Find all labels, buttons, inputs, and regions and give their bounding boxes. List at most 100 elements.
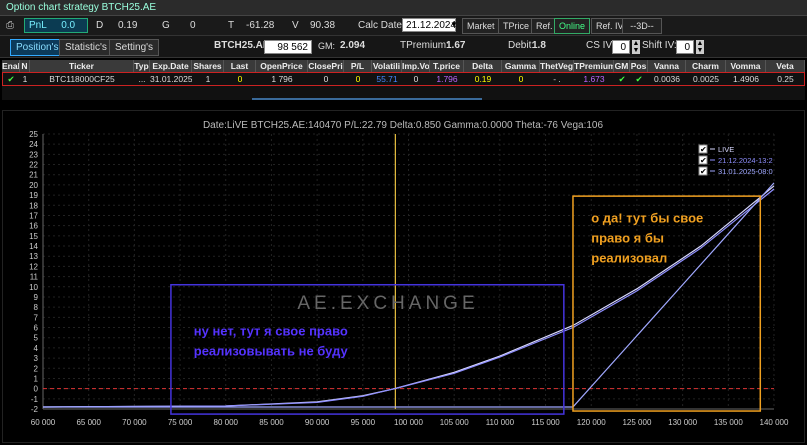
delta-label: D: [96, 20, 104, 31]
legend-label: 21.12.2024-13:2: [718, 156, 773, 165]
x-tick-label: 110 000: [486, 418, 515, 427]
delta-value: 0.19: [118, 20, 138, 31]
shift-iv-spinner[interactable]: ▲ ▼: [696, 40, 704, 54]
y-tick-label: 16: [29, 222, 38, 231]
y-tick-label: 17: [29, 211, 38, 220]
3d-button[interactable]: --3D--: [622, 18, 662, 34]
col-header[interactable]: ClosePri: [308, 60, 344, 72]
col-header[interactable]: Shares: [192, 60, 224, 72]
print-icon[interactable]: ⎙: [6, 19, 14, 33]
col-header[interactable]: Veta: [766, 60, 805, 72]
y-tick-label: 15: [29, 232, 38, 241]
y-tick-label: 11: [30, 273, 39, 282]
cell-exp: 31.01.2025: [150, 74, 192, 84]
annotation-box-right: [572, 195, 762, 412]
cell-open: 1 796: [271, 74, 293, 84]
shift-iv-label: Shift IV:: [642, 40, 677, 51]
chevron-down-icon[interactable]: ▼: [450, 18, 458, 32]
y-tick-label: 14: [29, 242, 38, 251]
check-icon[interactable]: ✔: [2, 73, 20, 85]
x-tick-label: 65 000: [76, 418, 101, 427]
vega-value: 90.38: [310, 20, 336, 31]
x-tick-label: 105 000: [440, 418, 469, 427]
col-header[interactable]: Vanna: [648, 60, 686, 72]
chart-svg: Date:LiVE BTCH25.AE:140470 P/L:22.79 Del…: [29, 120, 789, 427]
col-header[interactable]: Vomma: [726, 60, 766, 72]
pnl-label: PnL: [29, 20, 47, 31]
check-icon: ✔: [700, 156, 707, 165]
col-header[interactable]: Typ: [134, 60, 150, 72]
col-header[interactable]: T.price: [430, 60, 464, 72]
cell-n: 1: [22, 74, 28, 84]
calc-date-label: Calc Date:: [358, 20, 405, 31]
check-icon[interactable]: ✔: [630, 73, 648, 85]
cell-pl: 0: [355, 74, 361, 84]
col-header[interactable]: OpenPrice: [256, 60, 308, 72]
x-tick-label: 90 000: [305, 418, 330, 427]
cell-shares: 1: [205, 74, 211, 84]
cell-gamma: 0: [518, 74, 524, 84]
col-header[interactable]: Ticker: [30, 60, 134, 72]
col-header[interactable]: Gamma: [502, 60, 540, 72]
y-tick-label: 23: [29, 150, 38, 159]
annotation-right-text: реализовал: [591, 251, 667, 266]
tpremium-label: TPremium:: [400, 40, 449, 51]
col-header[interactable]: Last: [224, 60, 256, 72]
tab-positions[interactable]: Position's: [10, 39, 65, 56]
market-button[interactable]: Market: [462, 18, 500, 34]
debit-value: 1.8: [532, 40, 546, 51]
col-header[interactable]: Pos: [630, 60, 648, 72]
y-tick-label: 24: [29, 140, 38, 149]
annotation-left-text: реализовывать не буду: [194, 344, 349, 359]
gm-value: 2.094: [340, 40, 366, 51]
y-tick-label: 19: [29, 191, 38, 200]
symbol-price-field[interactable]: 98 562: [264, 40, 312, 54]
tpremium-value: 1.67: [446, 40, 466, 51]
x-tick-label: 130 000: [668, 418, 697, 427]
col-header[interactable]: TPremium: [574, 60, 614, 72]
y-tick-label: 12: [29, 262, 38, 271]
y-tick-label: 13: [29, 252, 38, 261]
tab-statistics[interactable]: Statistic's: [59, 39, 113, 56]
x-tick-label: 75 000: [168, 418, 193, 427]
col-header[interactable]: GM: [614, 60, 630, 72]
cell-type: ...: [138, 74, 146, 84]
vega-label: V: [292, 20, 299, 31]
check-icon: ✔: [700, 167, 707, 176]
col-header[interactable]: Imp.Vo: [402, 60, 430, 72]
payoff-chart: Date:LiVE BTCH25.AE:140470 P/L:22.79 Del…: [2, 110, 805, 443]
y-tick-label: 22: [29, 161, 38, 170]
annotation-right-text: о да! тут бы свое: [591, 211, 703, 226]
debit-label: Debit:: [508, 40, 535, 51]
x-tick-label: 80 000: [214, 418, 239, 427]
col-header[interactable]: Exp.Date: [150, 60, 192, 72]
tprice-button[interactable]: TPrice: [498, 18, 535, 34]
cs-iv-field[interactable]: 0: [612, 40, 630, 54]
col-header[interactable]: Delta: [464, 60, 502, 72]
annotation-left-text: ну нет, тут я свое право: [194, 324, 348, 339]
col-header[interactable]: Enal: [2, 60, 20, 72]
col-header[interactable]: P/L: [344, 60, 372, 72]
y-tick-label: 21: [29, 171, 38, 180]
y-tick-label: 6: [34, 324, 39, 333]
col-header[interactable]: N: [20, 60, 30, 72]
y-tick-label: 2: [34, 364, 39, 373]
cell-veta: 0.25: [777, 74, 794, 84]
cell-last: 0: [237, 74, 243, 84]
col-header[interactable]: ThetVeg: [540, 60, 574, 72]
col-header[interactable]: Charm: [686, 60, 726, 72]
online-button[interactable]: Online: [554, 18, 591, 34]
cell-thetveg: - .: [553, 74, 561, 84]
cell-delta: 0.19: [474, 74, 492, 84]
cell-tprice: 1.796: [436, 74, 458, 84]
x-tick-label: 60 000: [31, 418, 56, 427]
cs-iv-spinner[interactable]: ▲ ▼: [632, 40, 640, 54]
shift-iv-field[interactable]: 0: [676, 40, 694, 54]
horizontal-scrollbar[interactable]: [252, 98, 482, 100]
col-header[interactable]: Volatili: [372, 60, 402, 72]
calc-date-field[interactable]: 21.12.2024: [402, 18, 456, 32]
tab-settings[interactable]: Setting's: [109, 39, 160, 56]
gamma-value: 0: [190, 20, 196, 31]
x-tick-label: 135 000: [714, 418, 743, 427]
check-icon[interactable]: ✔: [614, 73, 630, 85]
